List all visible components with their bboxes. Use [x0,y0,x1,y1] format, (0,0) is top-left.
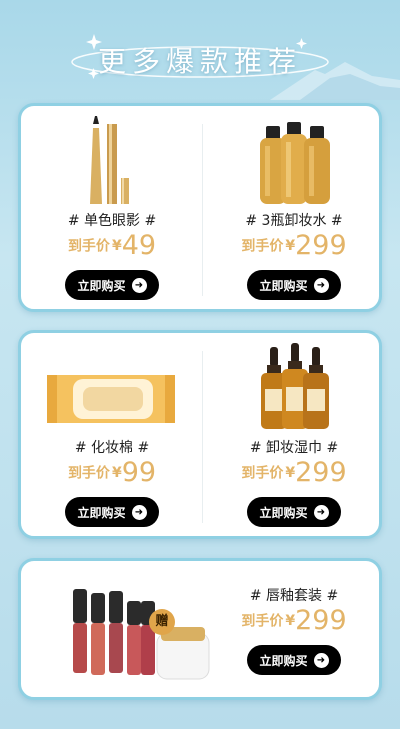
product-name: # 3瓶卸妆水 # [245,213,343,229]
arrow-right-icon: ➜ [313,652,329,668]
product-card-1: # 单色眼影 # 到手价 ¥49 立即购买 ➜ # 3瓶卸妆水 # 到手价 ¥299 … [18,103,382,312]
product-lip-set-image: 赠 [21,561,221,697]
product-price: 到手价 ¥299 [241,230,347,261]
product-name: # 卸妆湿巾 # [249,440,339,456]
product-remover-water[interactable]: # 3瓶卸妆水 # 到手价 ¥299 立即购买 ➜ [203,106,385,309]
eyeliner-pencil-icon [90,116,129,204]
buy-now-button[interactable]: 立即购买 ➜ [65,497,159,527]
wipes-pack-icon [47,375,175,423]
buy-now-button[interactable]: 立即购买 ➜ [247,645,341,675]
product-price: 到手价 ¥49 [67,230,157,261]
product-name: # 单色眼影 # [67,213,157,229]
product-name: # 化妆棉 # [74,440,150,456]
product-eyeshadow[interactable]: # 单色眼影 # 到手价 ¥49 立即购买 ➜ [21,106,203,309]
gift-badge: 赠 [149,609,175,635]
arrow-right-icon: ➜ [313,277,329,293]
page-title: 更多爆款推荐 [97,45,302,78]
dropper-bottles-icon [261,343,329,429]
product-cotton-pads[interactable]: # 化妆棉 # 到手价 ¥99 立即购买 ➜ [21,333,203,536]
lip-gloss-set-icon [73,589,210,680]
makeup-remover-bottles-icon [260,122,330,204]
buy-now-button[interactable]: 立即购买 ➜ [247,270,341,300]
arrow-right-icon: ➜ [131,277,147,293]
product-name: # 唇釉套装 # [249,588,339,604]
product-lip-set[interactable]: # 唇釉套装 # 到手价 ¥299 立即购买 ➜ [203,481,385,675]
product-price: 到手价 ¥299 [241,605,347,636]
header-banner: 更多爆款推荐 [0,0,400,100]
arrow-right-icon: ➜ [131,504,147,520]
product-price: 到手价 ¥99 [67,457,157,488]
product-card-3: 赠 # 唇釉套装 # 到手价 ¥299 立即购买 ➜ [18,558,382,700]
buy-now-button[interactable]: 立即购买 ➜ [65,270,159,300]
